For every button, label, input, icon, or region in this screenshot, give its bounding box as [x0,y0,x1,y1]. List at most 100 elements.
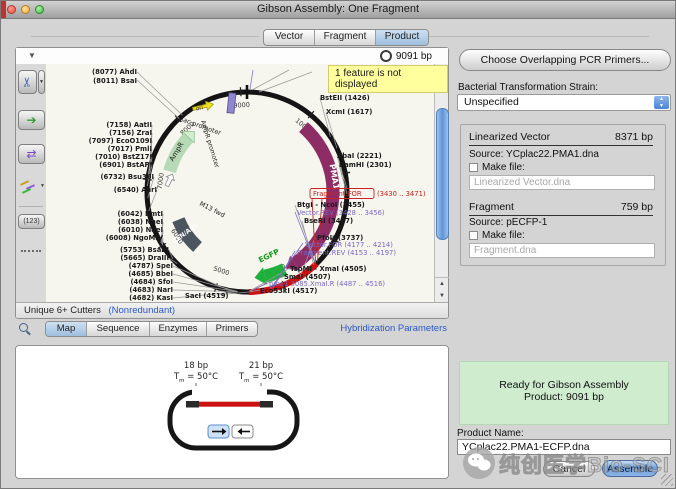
show-enzymes-button[interactable]: ✂ [18,70,37,94]
enzyme-label[interactable]: TspMI - XmaI (4505) [290,265,366,273]
hybridization-parameters-link[interactable]: Hybridization Parameters [340,323,447,334]
ruler-icon[interactable] [21,250,41,252]
left-overlap-cap [186,401,199,408]
right-overlap-cap [260,401,273,408]
enzyme-label[interactable]: (7010) BstZ17I [95,153,152,161]
view-tabs-row: Map Sequence Enzymes Primers Hybridizati… [15,321,449,337]
product-name-label: Product Name: [457,428,524,439]
enzyme-label[interactable]: (6008) NgoMIV [106,234,164,242]
enzyme-label[interactable]: BseRI (3487) [304,217,353,225]
wechat-icon [463,447,495,479]
show-orfs-button[interactable]: (123) [18,214,45,229]
enzyme-label[interactable]: XbaI (2221) [337,152,382,160]
enzyme-label[interactable]: (4682) KasI [129,294,173,302]
enzyme-label[interactable]: (5753) BsaBI [120,246,169,254]
ready-line1: Ready for Gibson Assembly [460,379,668,391]
feature-m13-fwd-label[interactable]: M13 fwd [198,200,226,220]
enzyme-label[interactable]: (7156) ZraI [109,129,152,137]
vector-file-input[interactable] [469,175,655,190]
scrollbar-thumb[interactable] [436,108,449,240]
search-icon[interactable] [19,323,28,332]
tab-product[interactable]: Product [376,30,428,45]
window-title: Gibson Assembly: One Fragment [1,3,675,15]
primer-label-pma1-xmai[interactable]: pma1.3085.XmaI.R (4487 .. 4516) [269,280,385,288]
tab-map[interactable]: Map [46,322,87,336]
enzyme-label[interactable]: (6038) NheI [118,218,163,226]
strain-dropdown[interactable]: Unspecified ▲▼ [457,94,671,111]
choose-primers-button[interactable]: Choose Overlapping PCR Primers... [459,49,671,71]
components-groupbox: Linearized Vector 8371 bp Source: YCplac… [460,124,666,266]
fragment-make-file-checkbox[interactable] [469,231,478,240]
divider-line-left [31,36,259,37]
enzyme-label[interactable]: (7017) PmlI [108,145,152,153]
show-features-button[interactable]: ➔ [18,110,45,130]
map-header: ▼ 9091 bp [16,48,448,65]
enzyme-label[interactable]: Eco53kI (4517) [260,287,317,295]
primer-range-fragment-for: (3430 .. 3471) [377,190,426,198]
enzyme-label[interactable]: (6042) BmtI [117,210,163,218]
svg-text:9000: 9000 [233,101,250,110]
enzyme-label[interactable]: (4787) SpeI [129,262,173,270]
enzyme-label[interactable]: (6540) AarI [114,186,157,194]
reverse-primer-button[interactable] [232,425,253,438]
enzyme-label[interactable]: BamHI (2301) [339,161,392,169]
primer-label-vector-rev[interactable]: Vector.REV (3428 .. 3456) [297,209,385,217]
map-toolbar: ✂ ▼ ➔ ⇄ ▼ (123) [16,64,47,302]
strain-value: Unspecified [464,96,519,108]
enzyme-label[interactable]: (7158) AatII [106,121,152,129]
forward-primer-button[interactable] [208,425,229,438]
right-overlap-length: 21 bp [249,361,273,371]
enzyme-label[interactable]: (4683) NarI [129,286,173,294]
feature-egfp-label[interactable]: EGFP [257,247,281,265]
toolbar-divider [19,206,43,207]
primer-label-vector-for[interactable]: Vector.FOR (4177 .. 4214) [305,241,393,249]
enzyme-label[interactable]: (6901) BstAPI [99,161,152,169]
primer-label-fragment-for[interactable]: Fragment.FOR [313,190,362,198]
show-translations-icon[interactable] [20,180,40,194]
enzyme-label[interactable]: BstEII (1426) [320,94,370,102]
fragment-file-input[interactable] [469,243,655,258]
primer-label-fragment-rev[interactable]: Fragment.REV (4153 .. 4197) [297,249,396,257]
tab-enzymes[interactable]: Enzymes [150,322,207,336]
show-primers-button[interactable]: ⇄ [18,144,45,164]
tab-primers[interactable]: Primers [207,322,257,336]
fragment-header: Fragment 759 bp [469,201,653,216]
vector-make-file-checkbox[interactable] [469,163,478,172]
enzyme-label[interactable]: BtgI - NcoI (3455) [297,201,365,209]
tab-fragment[interactable]: Fragment [315,30,376,45]
cutters-status-bar: Unique 6+ Cutters (Nonredundant) [16,302,448,318]
stage-tabs: Vector Fragment Product [263,29,429,46]
sequence-length: 9091 bp [396,51,432,62]
ready-status-box: Ready for Gibson Assembly Product: 9091 … [459,361,669,425]
enzyme-label[interactable]: (6010) NaeI [118,226,163,234]
enzyme-label[interactable]: (4684) SfoI [130,278,173,286]
primer-arrows-icon: ⇄ [26,147,36,161]
tab-vector[interactable]: Vector [264,30,315,45]
scrollbar-arrows[interactable]: ▲▼ [435,277,449,304]
enzyme-label[interactable]: (6732) Bsu36I [100,173,154,181]
map-vertical-scrollbar[interactable]: ▲▼ [434,64,448,304]
svg-text:5000: 5000 [212,265,230,278]
tab-sequence[interactable]: Sequence [87,322,150,336]
enzyme-label[interactable]: (8077) AhdI [92,68,137,76]
enzyme-label[interactable]: SacI (4519) [185,292,229,300]
enzyme-label[interactable]: (8011) BsaI [93,77,137,85]
enzyme-label[interactable]: XcmI (1617) [326,108,372,116]
vector-title: Linearized Vector [469,131,550,143]
enzymes-dropdown-arrow[interactable]: ▼ [38,70,45,94]
translations-dropdown-arrow[interactable]: ▼ [40,183,45,189]
enzyme-label[interactable]: (4685) BbeI [128,270,173,278]
feature-arrow-icon: ➔ [26,113,36,127]
vector-gap [192,386,267,397]
chevron-down-icon[interactable]: ▼ [28,51,36,60]
divider-line-right [429,36,649,37]
svg-text:7000: 7000 [156,172,166,189]
nonredundant-link[interactable]: (Nonredundant) [108,305,175,316]
vector-source: Source: YCplac22.PMA1.dna [469,149,599,160]
ready-line2: Product: 9091 bp [460,391,668,403]
enzyme-label[interactable]: (5665) DraIII [120,254,169,262]
right-overlap-tm: Tm = 50°C [238,372,283,384]
vector-make-file-label: Make file: [482,162,525,173]
insert-fragment-bar [199,402,260,407]
enzyme-label[interactable]: (7097) EcoO109I [89,137,152,145]
